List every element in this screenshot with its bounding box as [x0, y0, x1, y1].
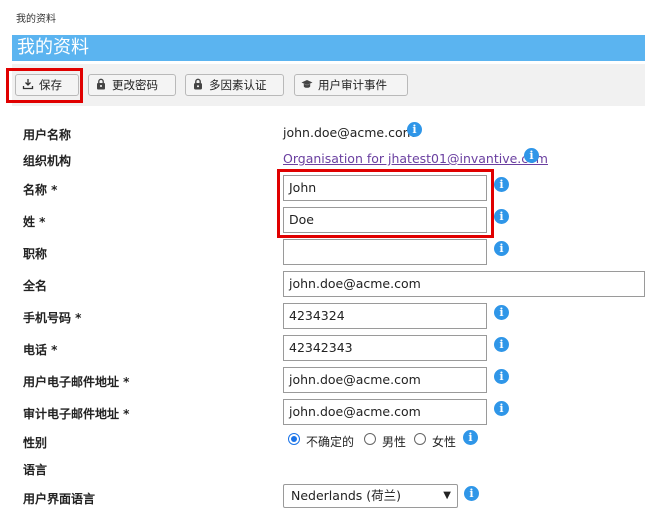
info-icon[interactable]: i	[524, 148, 539, 163]
graduation-cap-icon	[301, 78, 313, 90]
organisation-link[interactable]: Organisation for jhatest01@invantive.com	[283, 151, 548, 166]
download-icon	[22, 78, 34, 90]
mfa-button[interactable]: 多因素认证	[185, 74, 284, 96]
mobile-field[interactable]: 4234324	[283, 303, 487, 329]
info-icon[interactable]: i	[464, 486, 479, 501]
audit-events-label: 用户审计事件	[318, 78, 387, 92]
info-icon[interactable]: i	[494, 177, 509, 192]
phone-field[interactable]: 42342343	[283, 335, 487, 361]
info-icon[interactable]: i	[407, 122, 422, 137]
job-title-label: 职称	[23, 247, 48, 261]
gender-option-label: 不确定的	[306, 435, 355, 449]
save-button[interactable]: 保存	[15, 74, 79, 96]
last-name-field[interactable]: Doe	[283, 207, 487, 233]
mfa-label: 多因素认证	[209, 78, 267, 92]
change-password-button[interactable]: 更改密码	[88, 74, 176, 96]
job-title-field[interactable]	[283, 239, 487, 265]
change-password-label: 更改密码	[112, 78, 158, 92]
chevron-down-icon: ▼	[443, 490, 451, 501]
audit-events-button[interactable]: 用户审计事件	[294, 74, 408, 96]
gender-option-label: 男性	[382, 435, 407, 449]
full-name-label: 全名	[23, 279, 48, 293]
info-icon[interactable]: i	[494, 209, 509, 224]
lock-icon	[95, 78, 107, 90]
ui-language-select[interactable]: Nederlands (荷兰) ▼	[283, 484, 458, 508]
audit-email-label: 审计电子邮件地址 *	[23, 407, 130, 421]
gender-label: 性别	[23, 436, 48, 450]
ui-language-value: Nederlands (荷兰)	[291, 488, 402, 503]
organisation-label: 组织机构	[23, 154, 72, 168]
gender-option-label: 女性	[432, 435, 457, 449]
first-name-label: 名称 *	[23, 183, 58, 197]
username-label: 用户名称	[23, 128, 72, 142]
page-title: 我的资料	[12, 35, 645, 61]
language-section-label: 语言	[23, 463, 48, 477]
full-name-field[interactable]: john.doe@acme.com	[283, 271, 645, 297]
audit-email-field[interactable]: john.doe@acme.com	[283, 399, 487, 425]
ui-language-label: 用户界面语言	[23, 492, 96, 506]
padlock-icon	[192, 78, 204, 90]
last-name-label: 姓 *	[23, 215, 46, 229]
first-name-field[interactable]: John	[283, 175, 487, 201]
gender-radio-female[interactable]	[414, 433, 426, 445]
breadcrumb: 我的资料	[16, 14, 56, 25]
info-icon[interactable]: i	[463, 430, 478, 445]
info-icon[interactable]: i	[494, 305, 509, 320]
gender-radio-undetermined[interactable]	[288, 433, 300, 445]
info-icon[interactable]: i	[494, 401, 509, 416]
info-icon[interactable]: i	[494, 241, 509, 256]
mobile-label: 手机号码 *	[23, 311, 82, 325]
phone-label: 电话 *	[23, 343, 58, 357]
username-value: john.doe@acme.com	[283, 125, 415, 140]
save-button-label: 保存	[39, 78, 62, 92]
info-icon[interactable]: i	[494, 369, 509, 384]
gender-radio-male[interactable]	[364, 433, 376, 445]
user-email-field[interactable]: john.doe@acme.com	[283, 367, 487, 393]
info-icon[interactable]: i	[494, 337, 509, 352]
user-email-label: 用户电子邮件地址 *	[23, 375, 130, 389]
